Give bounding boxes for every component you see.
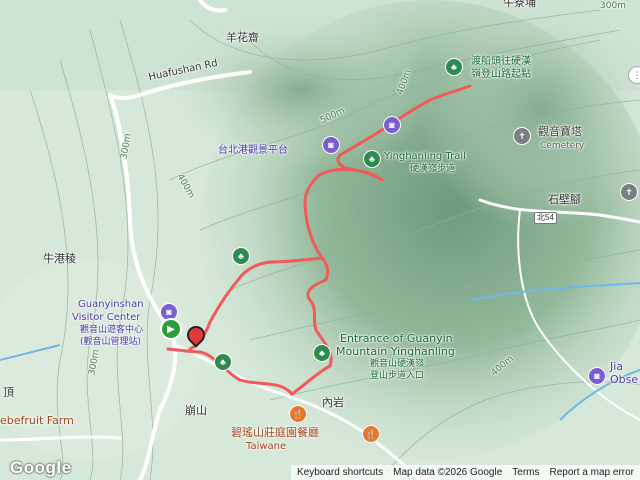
report-error-link[interactable]: Report a map error bbox=[550, 467, 634, 478]
food-icon[interactable]: 🍴 bbox=[362, 425, 380, 443]
terrain-layer bbox=[0, 0, 640, 480]
poi-label-restaurant: 碧瑤山莊庭園餐廳 bbox=[231, 426, 319, 439]
park-icon[interactable]: ♣ bbox=[445, 58, 463, 76]
layers-icon[interactable]: ⋮ bbox=[628, 66, 640, 84]
poi-label-entrance-4: 登山步道入口 bbox=[370, 371, 425, 381]
camera-icon[interactable]: ◙ bbox=[383, 116, 401, 134]
contour-label: 300m bbox=[600, 1, 626, 11]
route-start-flag-icon[interactable]: ▶ bbox=[160, 318, 182, 340]
park-icon[interactable]: ♣ bbox=[363, 150, 381, 168]
route-shield-54: 北54 bbox=[534, 212, 557, 224]
map-canvas[interactable]: 牛寮埔 羊花齋 牛港稜 石壁腳 崩山 內岩 頂 Huafushan Rd 北54… bbox=[0, 0, 640, 480]
camera-icon[interactable]: ◙ bbox=[322, 136, 340, 154]
attribution-bar: Keyboard shortcuts Map data ©2026 Google… bbox=[290, 465, 640, 480]
poi-label-farm-1: ebefruit Farm bbox=[0, 414, 74, 427]
poi-label-taipei-port: 台北港觀景平台 bbox=[218, 145, 288, 156]
camera-icon[interactable]: ◙ bbox=[588, 367, 606, 385]
poi-label-farm-2: Taiwane bbox=[246, 441, 287, 452]
google-logo: Google bbox=[10, 458, 72, 477]
poi-label-tower-zh: 觀音寶塔 bbox=[538, 125, 582, 138]
place-label-neiyan: 內岩 bbox=[322, 396, 344, 409]
poi-label-entrance-1: Entrance of Guanyin bbox=[340, 332, 453, 345]
place-label-bengshan: 崩山 bbox=[185, 404, 207, 417]
place-label-ding: 頂 bbox=[3, 386, 14, 399]
poi-label-jia-2: Obse bbox=[610, 373, 639, 386]
map-data-credit: Map data ©2026 Google bbox=[393, 467, 503, 478]
poi-label-visitor-4: (觀音山管理站) bbox=[80, 337, 142, 347]
park-icon[interactable]: ♣ bbox=[214, 353, 232, 371]
terms-link[interactable]: Terms bbox=[512, 467, 539, 478]
keyboard-shortcuts-link[interactable]: Keyboard shortcuts bbox=[297, 467, 383, 478]
cemetery-icon[interactable]: ✝ bbox=[513, 127, 531, 145]
poi-label-yinghanling-zh: 硬漢嶺步道 bbox=[410, 164, 456, 174]
poi-label-yinghanling-en: Yinghanling Trail bbox=[384, 151, 466, 162]
poi-label-entrance-2: Mountain Yinghanling bbox=[336, 345, 455, 358]
poi-label-jia-1: Jia bbox=[610, 360, 624, 373]
park-icon[interactable]: ♣ bbox=[313, 344, 331, 362]
poi-label-trailhead-2: 嶺登山路起點 bbox=[471, 69, 531, 80]
place-label-niugangleng: 牛港稜 bbox=[43, 252, 76, 265]
poi-label-visitor-1: Guanyinshan bbox=[78, 299, 144, 310]
poi-label-trailhead-1: 渡船頭往硬漢 bbox=[471, 56, 531, 67]
poi-label-visitor-2: Visitor Center bbox=[72, 312, 141, 323]
place-label-shibijiao: 石壁腳 bbox=[548, 193, 581, 206]
place-label-top-right: 牛寮埔 bbox=[503, 0, 536, 9]
place-label-yanghuazhai: 羊花齋 bbox=[226, 31, 259, 44]
place-icon[interactable]: ✝ bbox=[620, 183, 638, 201]
poi-label-tower-en: Cemetery bbox=[540, 141, 585, 151]
park-icon[interactable]: ♣ bbox=[232, 247, 250, 265]
food-icon[interactable]: 🍴 bbox=[289, 405, 307, 423]
